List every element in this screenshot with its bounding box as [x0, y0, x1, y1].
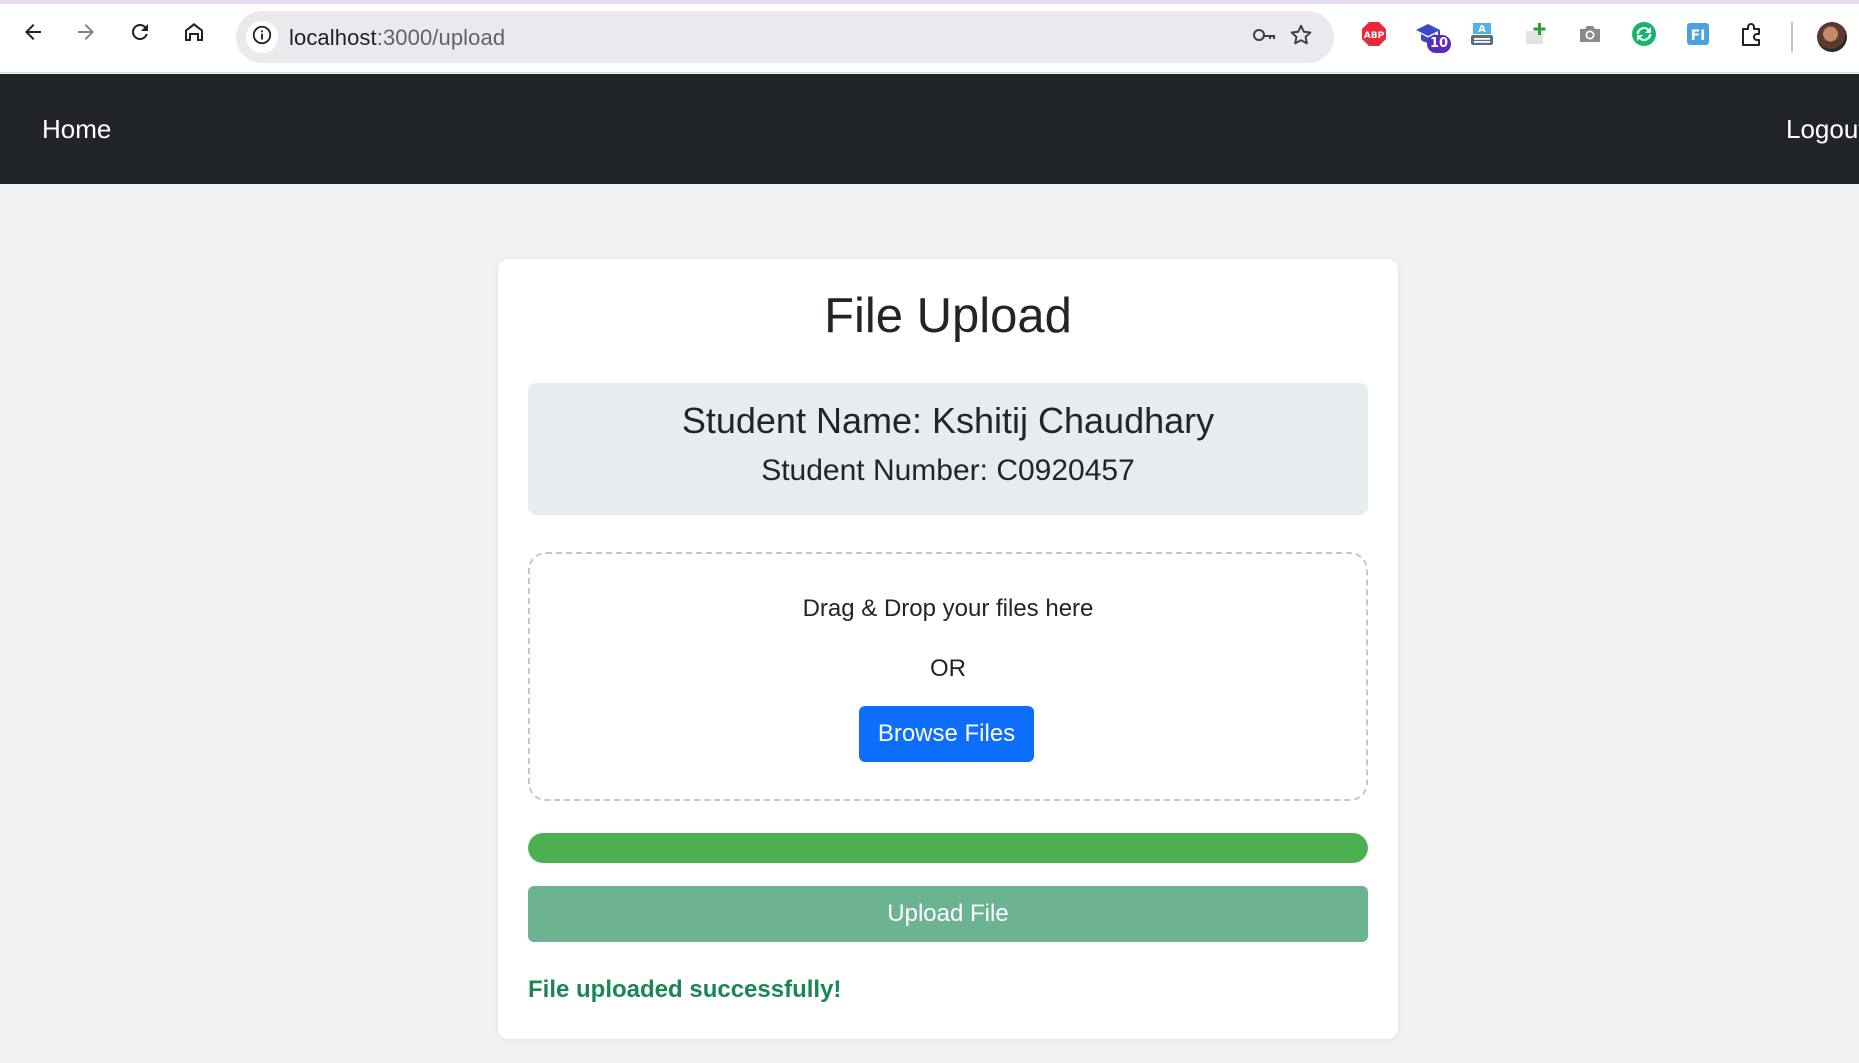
extensions-menu-button[interactable] — [1737, 21, 1767, 51]
browse-files-button[interactable]: Browse Files — [859, 706, 1034, 762]
dropzone-or-separator: OR — [930, 655, 966, 682]
upload-progress-fill — [528, 833, 1368, 863]
upload-card: File Upload Student Name: Kshitij Chaudh… — [498, 259, 1398, 1039]
star-icon — [1288, 22, 1314, 53]
nav-logout-link[interactable]: Logout — [1786, 114, 1859, 145]
url-text[interactable]: localhost:3000/upload — [289, 25, 505, 51]
upload-progress-bar — [528, 833, 1368, 863]
camera-icon — [1576, 20, 1604, 53]
address-bar[interactable]: localhost:3000/upload — [236, 11, 1334, 63]
page-title: File Upload — [824, 289, 1072, 343]
dropzone-instructions: Drag & Drop your files here — [802, 595, 1094, 622]
forward-button[interactable] — [69, 17, 103, 51]
password-manager-button[interactable] — [1250, 23, 1278, 51]
tab-strip-accent — [0, 0, 1859, 4]
url-path: :3000/upload — [376, 25, 506, 50]
student-name: Student Name: Kshitij Chaudhary — [681, 400, 1215, 441]
student-info-panel: Student Name: Kshitij Chaudhary Student … — [528, 383, 1368, 515]
svg-text:ABP: ABP — [1364, 31, 1385, 41]
upload-status-message: File uploaded successfully! — [528, 976, 842, 1003]
file-dropzone[interactable]: Drag & Drop your files here OR Browse Fi… — [528, 552, 1368, 801]
fi-icon: FI — [1684, 20, 1712, 53]
puzzle-icon — [1738, 20, 1766, 53]
url-host: localhost — [289, 25, 377, 50]
toolbar-divider — [1791, 22, 1793, 52]
extension-text-tool[interactable]: A — [1467, 21, 1497, 51]
key-icon — [1251, 22, 1277, 53]
extension-adblock[interactable]: ABP — [1359, 21, 1389, 51]
back-button[interactable] — [16, 17, 50, 51]
upload-file-button[interactable]: Upload File — [528, 886, 1368, 942]
extension-camera[interactable] — [1575, 21, 1605, 51]
site-info-button[interactable] — [246, 21, 278, 53]
home-icon — [182, 20, 206, 49]
adblock-plus-icon: ABP — [1360, 20, 1388, 53]
extension-graduation[interactable]: 10 — [1413, 21, 1452, 53]
bookmark-button[interactable] — [1287, 23, 1315, 51]
text-tool-icon: A — [1468, 20, 1496, 53]
nav-home-link[interactable]: Home — [42, 114, 111, 145]
arrow-left-icon — [21, 20, 45, 49]
reload-icon — [128, 20, 152, 49]
home-button[interactable] — [177, 17, 211, 51]
student-number: Student Number: C0920457 — [761, 454, 1135, 487]
svg-text:FI: FI — [1691, 28, 1706, 44]
extension-sync[interactable] — [1629, 21, 1659, 51]
add-tab-icon — [1522, 20, 1550, 53]
extension-fi[interactable]: FI — [1683, 21, 1713, 51]
profile-avatar[interactable] — [1817, 22, 1847, 52]
app-navbar: Home Logout — [0, 74, 1859, 184]
svg-text:A: A — [1478, 24, 1486, 35]
arrow-right-icon — [74, 20, 98, 49]
reload-button[interactable] — [123, 17, 157, 51]
browser-toolbar: localhost:3000/upload ABP 10 A FI — [0, 0, 1859, 73]
refresh-circle-icon — [1630, 20, 1658, 53]
extension-add-tab[interactable] — [1521, 21, 1551, 51]
extension-badge: 10 — [1427, 35, 1452, 53]
info-icon — [251, 24, 273, 51]
